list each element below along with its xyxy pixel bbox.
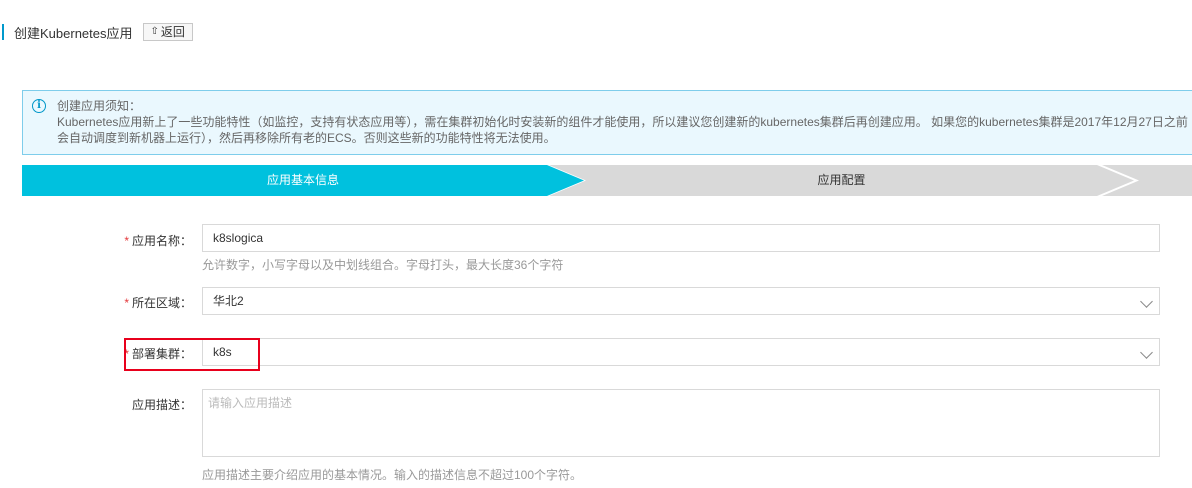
- description-label: 应用描述：: [131, 398, 192, 412]
- notice-line-2: 会自动调度到新机器上运行），然后再移除所有老的ECS。否则这些新的功能特性将无法…: [57, 131, 556, 145]
- chevron-down-icon: [1140, 295, 1153, 308]
- region-label: * 所在区域：: [124, 296, 192, 310]
- info-icon: i: [32, 99, 46, 113]
- app-name-input[interactable]: k8slogica: [202, 224, 1160, 252]
- region-select[interactable]: 华北2: [202, 287, 1160, 315]
- chevron-down-icon: [1140, 346, 1153, 359]
- required-marker: *: [124, 296, 129, 310]
- step-progress: 应用配置 应用基本信息: [22, 165, 1192, 196]
- description-help: 应用描述主要介绍应用的基本情况。输入的描述信息不超过100个字符。: [202, 468, 583, 482]
- notice-heading: 创建应用须知：: [57, 99, 142, 113]
- arrow-up-icon: ⇧: [150, 26, 159, 37]
- notice-banner: i 创建应用须知： Kubernetes应用新上了一些功能特性（如监控，支持有状…: [22, 90, 1192, 155]
- step-1-label: 应用基本信息: [266, 173, 339, 187]
- description-textarea[interactable]: 请输入应用描述: [202, 389, 1160, 457]
- app-name-label: * 应用名称：: [124, 234, 192, 248]
- step-2-label: 应用配置: [817, 173, 866, 187]
- step-2: 应用配置: [549, 165, 1134, 196]
- required-marker: *: [124, 234, 129, 248]
- page-title: 创建Kubernetes应用: [14, 25, 133, 41]
- notice-line-1: Kubernetes应用新上了一些功能特性（如监控，支持有状态应用等），需在集群…: [57, 115, 1188, 129]
- cluster-select[interactable]: k8s: [202, 338, 1160, 366]
- cluster-highlight-box: [124, 338, 260, 371]
- page-header: 创建Kubernetes应用 ⇧ 返回: [0, 22, 193, 42]
- title-accent-bar: [2, 24, 4, 40]
- region-select-value: 华北2: [213, 294, 244, 308]
- back-button[interactable]: ⇧ 返回: [142, 23, 193, 41]
- back-button-label: 返回: [160, 25, 185, 39]
- app-name-help: 允许数字，小写字母以及中划线组合。字母打头，最大长度36个字符: [202, 258, 564, 272]
- step-1: 应用基本信息: [22, 165, 584, 196]
